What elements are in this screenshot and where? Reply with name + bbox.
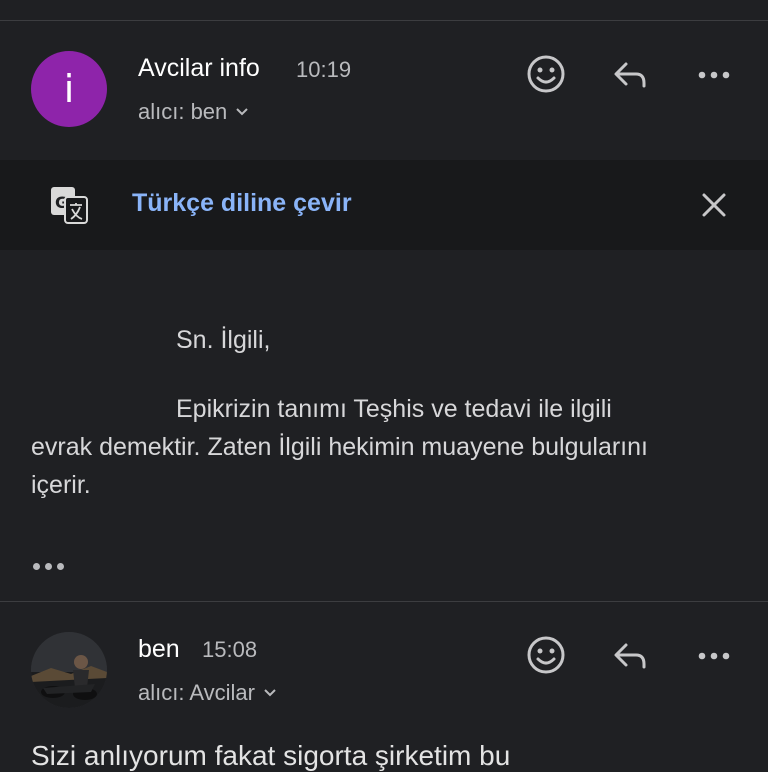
emoji-reaction-icon (527, 55, 565, 93)
message-time: 10:19 (296, 57, 352, 82)
translate-bar: G Türkçe diline çevir (0, 160, 768, 250)
recipient-toggle[interactable]: alıcı: ben (138, 99, 249, 125)
emoji-reaction-button[interactable] (524, 633, 568, 677)
recipient-toggle[interactable]: alıcı: Avcilar (138, 680, 277, 706)
emoji-reaction-button[interactable] (524, 52, 568, 96)
sender-avatar[interactable]: i (31, 51, 107, 127)
top-divider (0, 20, 768, 21)
emoji-reaction-icon (527, 636, 565, 674)
translate-link[interactable]: Türkçe diline çevir (132, 189, 352, 218)
sender-avatar-photo[interactable] (31, 632, 107, 708)
dot (57, 562, 64, 570)
more-options-button[interactable] (692, 633, 736, 677)
chevron-down-icon (236, 108, 248, 116)
dot (33, 562, 40, 570)
message-time: 15:08 (202, 637, 258, 662)
more-horizontal-icon (698, 652, 730, 660)
email-body-preview: Sizi anlıyorum fakat sigorta şirketim bu (31, 740, 511, 771)
email-greeting: Sn. İlgili, (176, 326, 271, 354)
reply-button[interactable] (608, 52, 652, 96)
reply-icon (614, 62, 646, 88)
show-trimmed-content-button[interactable] (33, 558, 69, 574)
message-divider (0, 601, 768, 602)
avatar-letter: i (63, 67, 75, 111)
profile-photo-icon (31, 632, 107, 708)
more-horizontal-icon (698, 71, 730, 79)
sender-name[interactable]: ben (138, 635, 180, 664)
more-options-button[interactable] (692, 52, 736, 96)
email-paragraph-line-1: Epikrizin tanımı Teşhis ve tedavi ile il… (176, 395, 612, 423)
dot (45, 562, 52, 570)
reply-icon (614, 643, 646, 669)
chevron-down-icon (264, 689, 276, 697)
email-paragraph-line-2: evrak demektir. Zaten İlgili hekimin mua… (31, 433, 648, 461)
google-translate-icon: G (51, 187, 88, 224)
close-translate-button[interactable] (692, 183, 736, 227)
reply-button[interactable] (608, 633, 652, 677)
close-icon (702, 193, 726, 217)
recipient-label: alıcı: ben (138, 99, 228, 124)
sender-name[interactable]: Avcilar info (138, 54, 260, 83)
recipient-label: alıcı: Avcilar (138, 680, 255, 705)
email-paragraph-line-3: içerir. (31, 471, 91, 499)
